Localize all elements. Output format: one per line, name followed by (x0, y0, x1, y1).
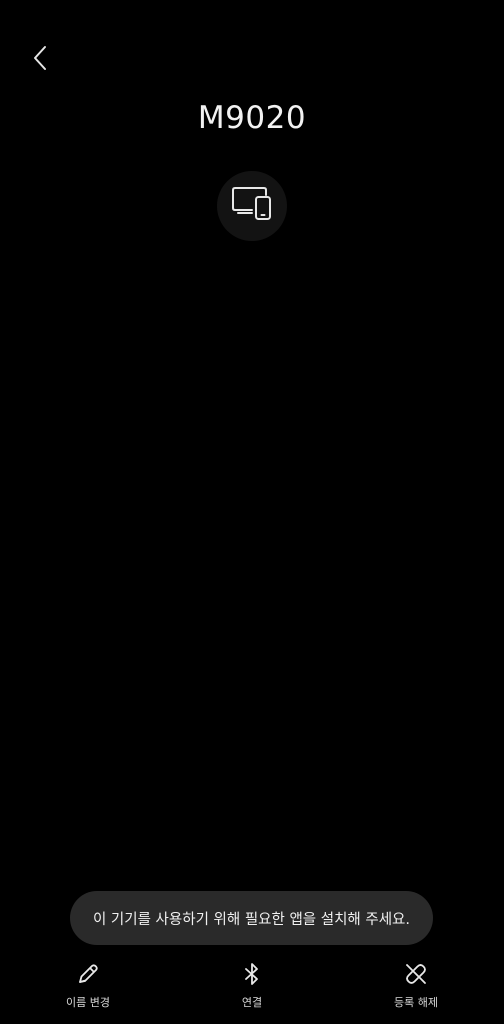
rename-button[interactable]: 이름 변경 (33, 955, 143, 1015)
devices-icon (230, 184, 274, 228)
unregister-button[interactable]: 등록 해제 (361, 955, 471, 1015)
bluetooth-icon (241, 955, 263, 993)
rename-label: 이름 변경 (66, 996, 110, 1009)
bottom-action-bar: 이름 변경 연결 등록 해제 (0, 955, 504, 1015)
pencil-icon (75, 955, 101, 993)
device-icon-badge (217, 171, 287, 241)
toast-message: 이 기기를 사용하기 위해 필요한 앱을 설치해 주세요. (70, 891, 433, 945)
back-button[interactable] (22, 40, 58, 80)
chevron-left-icon (31, 44, 49, 76)
device-name-title: M9020 (197, 100, 307, 136)
connect-label: 연결 (241, 996, 263, 1009)
unregister-label: 등록 해제 (394, 996, 438, 1009)
connect-button[interactable]: 연결 (197, 955, 307, 1015)
unlink-icon (403, 955, 429, 993)
